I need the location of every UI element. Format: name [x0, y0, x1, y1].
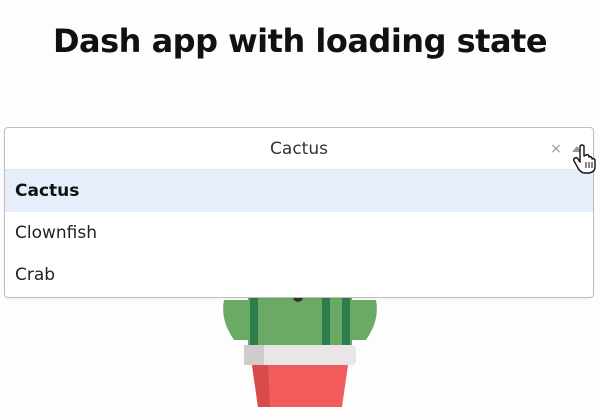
dropdown-menu: Cactus Clownfish Crab — [5, 170, 593, 296]
hand-pointer-icon — [572, 144, 596, 174]
page-title: Dash app with loading state — [52, 22, 548, 60]
dropdown-selected-value[interactable]: Cactus — [5, 128, 593, 170]
dropdown-option-clownfish[interactable]: Clownfish — [5, 212, 593, 254]
close-icon[interactable]: × — [547, 139, 565, 159]
species-dropdown[interactable]: Cactus × Cactus Clownfish Crab — [4, 127, 594, 298]
dropdown-option-cactus[interactable]: Cactus — [5, 170, 593, 212]
app-page: Dash app with loading state Cactus × Cac… — [0, 0, 600, 417]
dropdown-control[interactable]: Cactus × — [5, 128, 593, 170]
cactus-image — [223, 290, 377, 407]
dropdown-option-crab[interactable]: Crab — [5, 254, 593, 296]
